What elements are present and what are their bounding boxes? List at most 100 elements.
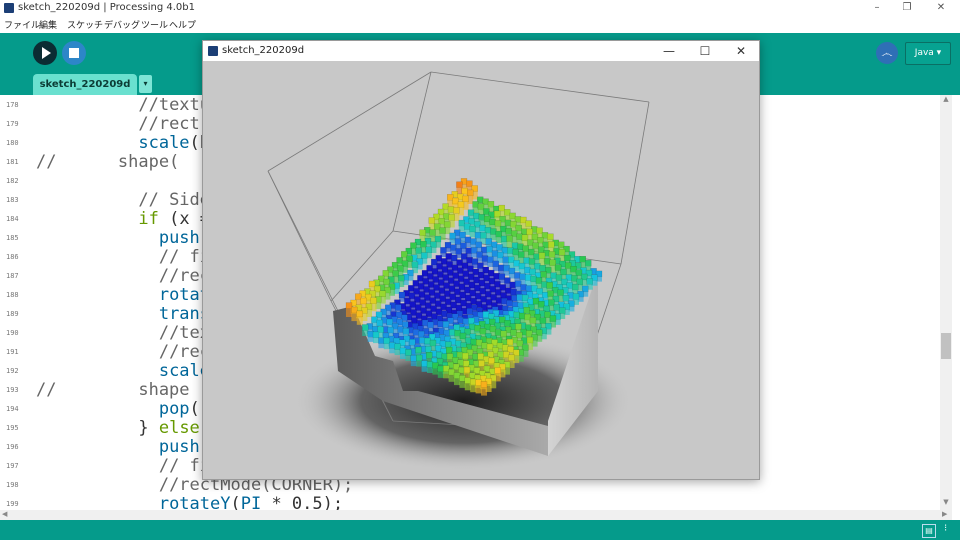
- voxel: [492, 260, 499, 268]
- code-text[interactable]: // fil: [36, 248, 220, 267]
- voxel: [585, 259, 592, 267]
- voxel: [557, 289, 564, 296]
- minimize-button[interactable]: –: [862, 1, 892, 15]
- voxel: [394, 304, 402, 311]
- tab-menu-arrow-icon[interactable]: ▾: [139, 75, 152, 93]
- voxel: [525, 220, 532, 227]
- voxel: [457, 201, 465, 208]
- voxel: [474, 231, 482, 239]
- voxel: [394, 343, 401, 350]
- voxel: [400, 251, 408, 258]
- code-text[interactable]: // shape(: [36, 153, 179, 172]
- voxel: [472, 201, 479, 208]
- voxel: [534, 263, 541, 270]
- menu-bar: ファイル 編集 スケッチ デバッグ ツール ヘルプ: [0, 16, 960, 33]
- sketch-minimize-button[interactable]: —: [651, 42, 687, 60]
- voxel: [489, 325, 497, 333]
- code-text[interactable]: //rect: [36, 343, 220, 362]
- scroll-up-icon[interactable]: ▲: [940, 95, 952, 103]
- voxel: [539, 264, 546, 272]
- voxel: [518, 262, 526, 270]
- voxel: [579, 255, 586, 263]
- voxel-side: [394, 349, 401, 356]
- sketch-titlebar[interactable]: sketch_220209d — ☐ ✕: [203, 41, 759, 61]
- code-text[interactable]: //rect(0: [36, 115, 220, 134]
- code-text[interactable]: // shape: [36, 381, 190, 400]
- sketch-maximize-button[interactable]: ☐: [687, 42, 723, 60]
- voxel: [571, 275, 578, 282]
- voxel: [378, 337, 385, 344]
- voxel: [478, 214, 485, 221]
- voxel: [541, 281, 548, 288]
- voxel: [553, 304, 560, 311]
- vertical-scroll-thumb[interactable]: [941, 333, 951, 359]
- code-text[interactable]: scale(bo: [36, 134, 220, 153]
- voxel: [382, 270, 390, 277]
- butterfly-icon[interactable]: ෴: [876, 42, 898, 64]
- close-button[interactable]: ✕: [926, 1, 956, 15]
- run-button[interactable]: [33, 41, 57, 65]
- line-number: 178: [6, 101, 19, 109]
- sketch-window[interactable]: sketch_220209d — ☐ ✕: [202, 40, 760, 480]
- menu-help[interactable]: ヘルプ: [169, 18, 196, 31]
- voxel: [516, 233, 523, 241]
- menu-tools[interactable]: ツール: [141, 18, 168, 31]
- code-text[interactable]: rotateY(PI * 0.5);: [36, 495, 343, 511]
- scroll-down-icon[interactable]: ▼: [940, 498, 952, 506]
- voxel: [433, 223, 441, 230]
- voxel: [518, 251, 525, 258]
- voxel-terrain-render: [267, 71, 650, 471]
- voxel: [426, 361, 434, 368]
- menu-debug[interactable]: デバッグ: [104, 18, 140, 31]
- voxel: [440, 247, 447, 254]
- voxel: [476, 251, 483, 258]
- voxel: [483, 208, 490, 215]
- stop-button[interactable]: [62, 41, 86, 65]
- scroll-right-icon[interactable]: ▶: [942, 510, 947, 518]
- voxel: [360, 297, 367, 305]
- voxel: [527, 239, 534, 246]
- voxel: [376, 319, 384, 327]
- voxel: [453, 207, 460, 214]
- console-icon[interactable]: ▤: [922, 524, 936, 538]
- voxel: [383, 278, 390, 286]
- code-text[interactable]: pop();: [36, 400, 220, 419]
- line-number: 198: [6, 481, 19, 489]
- voxel: [464, 223, 471, 230]
- horizontal-scrollbar[interactable]: ◀ ▶: [0, 510, 952, 520]
- vertical-scrollbar[interactable]: ▲ ▼: [940, 95, 952, 510]
- voxel: [519, 273, 526, 281]
- voxel: [575, 269, 583, 277]
- code-line[interactable]: 199 rotateY(PI * 0.5);: [0, 495, 940, 511]
- maximize-button[interactable]: ❐: [892, 1, 922, 15]
- code-text[interactable]: push(): [36, 438, 220, 457]
- voxel: [468, 317, 475, 325]
- wireframe-edge: [430, 71, 650, 103]
- mode-selector[interactable]: Java ▾: [905, 42, 951, 65]
- voxel: [546, 282, 553, 289]
- voxel: [399, 347, 407, 355]
- voxel: [442, 321, 450, 328]
- menu-edit[interactable]: 編集: [39, 18, 57, 31]
- menu-file[interactable]: ファイル: [4, 18, 40, 31]
- sketch-close-button[interactable]: ✕: [723, 42, 759, 60]
- more-icon[interactable]: ⁝: [944, 523, 947, 534]
- voxel: [379, 290, 387, 298]
- tab-sketch[interactable]: sketch_220209d: [33, 74, 137, 95]
- voxel: [411, 261, 419, 269]
- voxel: [562, 294, 570, 302]
- code-text[interactable]: scale(: [36, 362, 220, 381]
- code-text[interactable]: // fil: [36, 457, 220, 476]
- voxel: [439, 227, 446, 234]
- line-number: 181: [6, 158, 19, 166]
- wireframe-edge: [620, 101, 650, 265]
- voxel: [481, 342, 488, 349]
- voxel: [463, 366, 471, 374]
- voxel: [509, 212, 516, 220]
- code-text[interactable]: if (x ==: [36, 210, 220, 229]
- voxel: [494, 220, 502, 227]
- menu-sketch[interactable]: スケッチ: [67, 18, 103, 31]
- code-text[interactable]: push(): [36, 229, 220, 248]
- scroll-left-icon[interactable]: ◀: [2, 510, 7, 518]
- sketch-canvas[interactable]: [203, 61, 759, 479]
